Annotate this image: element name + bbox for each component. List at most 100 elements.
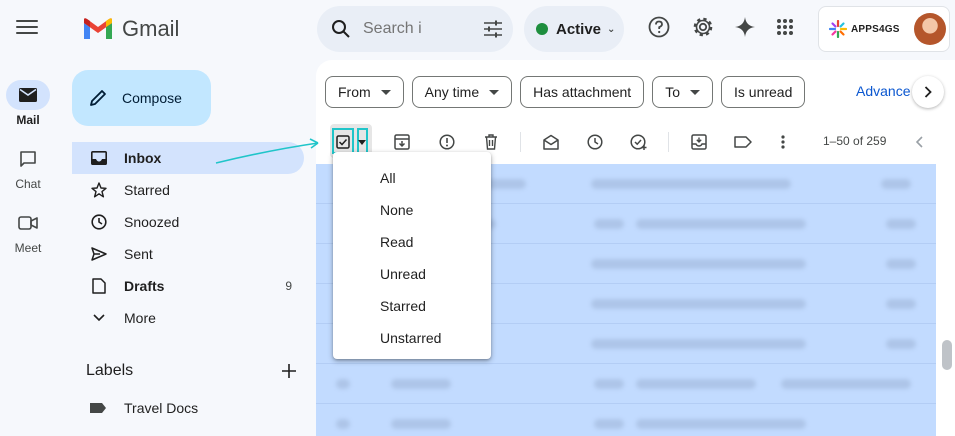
star-icon <box>91 182 107 198</box>
main-menu-icon[interactable] <box>14 16 40 40</box>
gmail-m-icon <box>84 18 112 39</box>
pencil-icon <box>90 90 106 106</box>
snooze-button[interactable] <box>583 130 607 154</box>
chip-label: From <box>338 84 371 100</box>
more-options-button[interactable] <box>771 130 795 154</box>
select-all-checkbox[interactable] <box>331 130 355 154</box>
filter-chip-from[interactable]: From <box>325 76 404 108</box>
dropdown-arrow-icon <box>380 89 391 95</box>
mail-open-icon <box>543 134 559 150</box>
nav-label: Snoozed <box>124 214 180 230</box>
apps4gs-logo-icon <box>829 20 847 38</box>
plus-icon[interactable] <box>282 364 296 378</box>
menu-item-unstarred[interactable]: Unstarred <box>333 322 491 354</box>
gemini-sparkle-icon[interactable] <box>733 15 757 39</box>
search-icon[interactable] <box>331 19 351 39</box>
menu-item-starred[interactable]: Starred <box>333 290 491 322</box>
labels-header: Labels <box>86 362 296 380</box>
filter-chip-has-attachment[interactable]: Has attachment <box>520 76 645 108</box>
compose-button[interactable]: Compose <box>72 70 211 126</box>
filter-chip-any-time[interactable]: Any time <box>411 76 513 108</box>
chips-scroll-right-button[interactable] <box>912 76 944 108</box>
filter-chip-to[interactable]: To <box>652 76 713 108</box>
video-icon <box>18 216 38 230</box>
select-options-menu: All None Read Unread Starred Unstarred <box>333 152 491 359</box>
search-options-icon[interactable] <box>483 20 503 38</box>
menu-item-all[interactable]: All <box>333 162 491 194</box>
chip-label: To <box>665 84 680 100</box>
dropdown-arrow-icon <box>489 89 500 95</box>
chip-label: Is unread <box>734 84 793 100</box>
rail-label-mail: Mail <box>16 113 40 127</box>
chevron-right-icon <box>924 86 932 98</box>
labels-title: Labels <box>86 362 134 379</box>
checkbox-icon <box>336 135 350 149</box>
add-to-tasks-button[interactable] <box>627 130 651 154</box>
nav-item-inbox[interactable]: Inbox <box>72 142 304 174</box>
label-icon <box>734 136 752 148</box>
rail-item-meet[interactable]: Meet <box>0 208 56 255</box>
menu-item-read[interactable]: Read <box>333 226 491 258</box>
search-input[interactable] <box>363 20 473 38</box>
account-switcher[interactable]: APPS4GS <box>818 6 950 52</box>
label-tag-icon <box>90 403 106 413</box>
select-options-dropdown[interactable] <box>353 130 371 154</box>
chat-icon <box>20 151 36 167</box>
spam-icon <box>439 134 455 150</box>
status-selector[interactable]: Active ⌄ <box>524 6 624 52</box>
help-icon[interactable] <box>647 15 671 39</box>
chevron-down-icon <box>93 314 105 322</box>
settings-gear-icon[interactable] <box>691 15 715 39</box>
clock-icon <box>91 214 107 230</box>
rail-item-mail[interactable]: Mail <box>0 80 56 127</box>
label-travel-docs[interactable]: Travel Docs <box>90 400 198 416</box>
pagination-range: 1–50 of 259 <box>823 134 887 148</box>
nav-item-more[interactable]: More <box>72 302 304 334</box>
chip-label: Has attachment <box>533 84 632 100</box>
add-task-icon <box>630 134 647 150</box>
nav-label: More <box>124 310 156 326</box>
scrollbar-thumb[interactable] <box>942 340 952 370</box>
menu-item-none[interactable]: None <box>333 194 491 226</box>
left-rail: Mail Chat Meet <box>0 0 56 436</box>
nav-label: Starred <box>124 182 170 198</box>
nav-label: Sent <box>124 246 153 262</box>
account-brand: APPS4GS <box>851 23 900 35</box>
gmail-logo[interactable]: Gmail <box>82 16 179 42</box>
menu-item-unread[interactable]: Unread <box>333 258 491 290</box>
nav-item-snoozed[interactable]: Snoozed <box>72 206 304 238</box>
folder-nav: Inbox Starred Snoozed Sent Drafts 9 More <box>72 142 304 334</box>
labels-button[interactable] <box>731 130 755 154</box>
move-to-button[interactable] <box>687 130 711 154</box>
nav-item-starred[interactable]: Starred <box>72 174 304 206</box>
draft-icon <box>92 278 106 294</box>
archive-icon <box>394 134 410 150</box>
toolbar-divider <box>668 132 669 152</box>
archive-button[interactable] <box>390 130 414 154</box>
table-row[interactable] <box>316 404 936 436</box>
apps-grid-icon[interactable] <box>773 15 797 39</box>
delete-button[interactable] <box>479 130 503 154</box>
chevron-left-icon <box>915 136 923 148</box>
nav-item-drafts[interactable]: Drafts 9 <box>72 270 304 302</box>
mark-as-read-button[interactable] <box>539 130 563 154</box>
app-title: Gmail <box>122 16 180 41</box>
chip-label: Any time <box>424 84 480 100</box>
clock-icon <box>587 134 603 150</box>
table-row[interactable] <box>316 364 936 404</box>
rail-label-chat: Chat <box>15 177 41 191</box>
caret-down-icon <box>358 139 366 145</box>
avatar[interactable] <box>913 13 946 45</box>
drafts-count: 9 <box>285 279 292 293</box>
more-vert-icon <box>781 135 785 149</box>
nav-item-sent[interactable]: Sent <box>72 238 304 270</box>
compose-label: Compose <box>122 90 182 106</box>
filter-chip-is-unread[interactable]: Is unread <box>721 76 806 108</box>
status-dot <box>536 23 548 35</box>
advanced-search-link[interactable]: Advance <box>856 83 910 99</box>
report-spam-button[interactable] <box>435 130 459 154</box>
label-name: Travel Docs <box>124 400 199 416</box>
previous-page-button[interactable] <box>907 130 931 154</box>
trash-icon <box>485 134 497 150</box>
rail-item-chat[interactable]: Chat <box>0 144 56 191</box>
